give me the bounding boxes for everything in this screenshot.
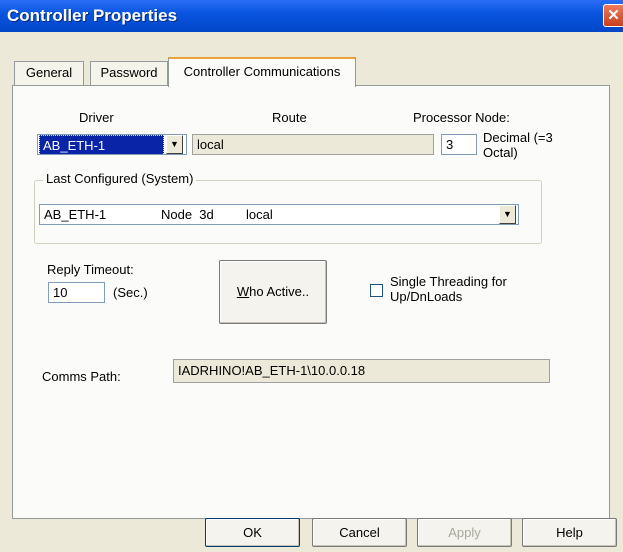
processor-node-note-line1: Decimal (=3 <box>483 130 553 145</box>
reply-timeout-unit: (Sec.) <box>113 285 148 300</box>
tab-password-label: Password <box>100 65 158 80</box>
close-button[interactable]: ✕ <box>603 4 623 27</box>
who-active-label: ho Active.. <box>249 284 310 299</box>
driver-label: Driver <box>79 110 114 125</box>
controller-properties-dialog: Controller Properties ✕ General Password… <box>0 0 623 552</box>
driver-dropdown-button[interactable]: ▼ <box>166 135 183 154</box>
cancel-button[interactable]: Cancel <box>312 518 407 547</box>
help-button[interactable]: Help <box>522 518 617 547</box>
who-active-accelerator: W <box>236 284 250 299</box>
route-label: Route <box>272 110 307 125</box>
single-threading-checkbox[interactable] <box>370 284 383 297</box>
window-title: Controller Properties <box>7 6 178 25</box>
last-configured-combobox[interactable]: AB_ETH-1 Node 3d local ▼ <box>39 204 519 225</box>
tab-password[interactable]: Password <box>90 61 168 85</box>
single-threading-label-line1: Single Threading for <box>390 274 507 289</box>
reply-timeout-label: Reply Timeout: <box>47 262 134 277</box>
chevron-down-icon: ▼ <box>170 139 179 149</box>
single-threading-label-line2: Up/DnLoads <box>390 289 463 304</box>
processor-node-input[interactable]: 3 <box>441 134 477 155</box>
close-icon: ✕ <box>607 7 620 24</box>
tab-controller-communications[interactable]: Controller Communications <box>168 57 356 87</box>
title-bar[interactable]: Controller Properties <box>0 0 623 32</box>
ok-button-label: OK <box>243 525 262 540</box>
help-button-label: Help <box>556 525 583 540</box>
apply-button[interactable]: Apply <box>417 518 512 547</box>
last-configured-route: local <box>246 207 273 222</box>
driver-selected-value: AB_ETH-1 <box>39 135 164 154</box>
chevron-down-icon: ▼ <box>503 209 512 219</box>
comms-path-label: Comms Path: <box>42 369 121 384</box>
cancel-button-label: Cancel <box>339 525 380 540</box>
processor-node-note-line2: Octal) <box>483 145 518 160</box>
processor-node-note: Decimal (=3 Octal) <box>483 130 553 160</box>
who-active-button[interactable]: Who Active.. <box>219 260 327 324</box>
tab-general[interactable]: General <box>14 61 84 85</box>
driver-combobox[interactable]: AB_ETH-1 ▼ <box>37 134 187 155</box>
reply-timeout-input[interactable]: 10 <box>48 282 105 303</box>
comms-path-field: IADRHINO!AB_ETH-1\10.0.0.18 <box>173 359 550 383</box>
ok-button[interactable]: OK <box>205 518 300 547</box>
last-configured-driver: AB_ETH-1 <box>44 207 107 222</box>
route-field: local <box>192 134 434 155</box>
tab-general-label: General <box>25 65 73 80</box>
processor-node-label: Processor Node: <box>413 110 510 125</box>
last-configured-dropdown-button[interactable]: ▼ <box>499 205 516 224</box>
tab-controller-communications-label: Controller Communications <box>183 64 341 79</box>
apply-button-label: Apply <box>448 525 481 540</box>
last-configured-node: Node 3d <box>161 207 214 222</box>
single-threading-label[interactable]: Single Threading for Up/DnLoads <box>390 274 507 304</box>
last-configured-legend: Last Configured (System) <box>43 171 197 186</box>
